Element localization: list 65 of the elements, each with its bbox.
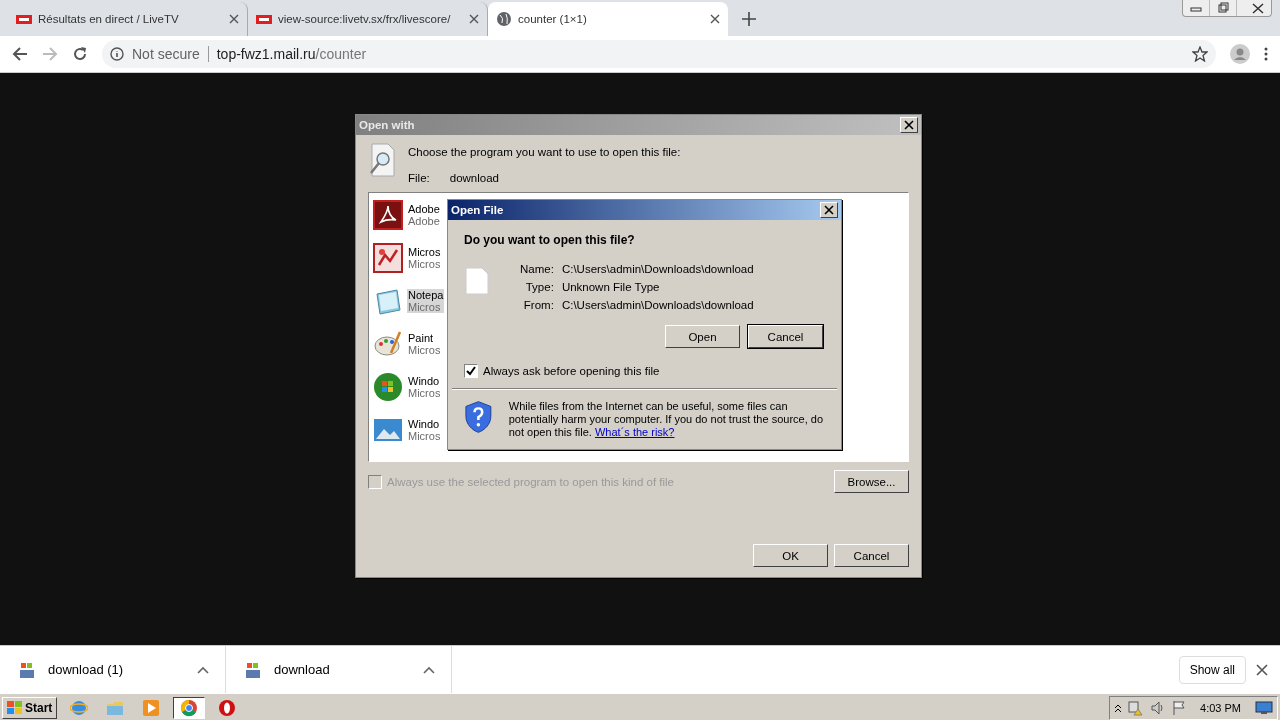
opera-icon — [218, 699, 237, 717]
caret-icon[interactable] — [197, 665, 209, 674]
checkbox[interactable] — [464, 364, 478, 378]
star-icon[interactable] — [1192, 46, 1208, 62]
dialog-button[interactable]: Open — [665, 325, 740, 348]
file-label: File: — [408, 172, 430, 184]
palette-icon — [373, 329, 403, 359]
flag-icon[interactable] — [1172, 700, 1187, 716]
pdf-icon — [373, 200, 403, 230]
dialog-button[interactable]: Cancel — [748, 325, 823, 348]
live-icon — [256, 14, 272, 24]
file-search-icon — [368, 143, 398, 177]
globe-icon — [496, 11, 512, 27]
url-text: top-fwz1.mail.ru/counter — [216, 46, 367, 62]
prompt-text: Choose the program you want to use to open this file: — [408, 146, 681, 158]
browser-tab[interactable]: counter (1×1) — [488, 2, 728, 36]
reload-icon[interactable] — [72, 46, 88, 62]
taskbar-app[interactable] — [173, 697, 206, 719]
clock[interactable]: 4:03 PM — [1200, 702, 1241, 714]
close-icon[interactable] — [710, 14, 720, 24]
program-item[interactable]: Micros Micros — [407, 246, 442, 270]
warning-text: While files from the Internet can be useful, some files can potentially harm your computer. If you do not trust the source, do not open this file. What´s the risk? — [508, 400, 825, 439]
question-text: Do you want to open this file? — [463, 232, 636, 249]
checkbox-label: Always ask before opening this file — [483, 365, 660, 377]
field-label: From: — [522, 299, 554, 311]
chrome-icon — [180, 699, 199, 717]
back-icon[interactable] — [12, 46, 28, 62]
file-name: download — [449, 172, 499, 184]
program-item[interactable]: Windo Micros — [407, 375, 442, 399]
installer-icon — [244, 660, 262, 679]
security-label: Not secure — [132, 46, 200, 62]
folder-icon — [106, 699, 125, 717]
dialog-button[interactable]: Cancel — [834, 544, 909, 567]
field-value: C:\Users\admin\Downloads\download — [561, 299, 754, 311]
start-logo-icon — [7, 701, 23, 715]
field-value: C:\Users\admin\Downloads\download — [561, 263, 754, 275]
dialog-title: Open File — [451, 204, 504, 216]
menu-icon[interactable] — [1264, 47, 1268, 61]
start-button[interactable]: Start — [2, 697, 58, 719]
chevron-up-icon[interactable] — [1114, 703, 1123, 713]
caret-icon[interactable] — [423, 665, 435, 674]
show-all-button[interactable]: Show all — [1178, 655, 1246, 684]
dialog-title: Open with — [359, 119, 415, 131]
risk-link[interactable]: What´s the risk? — [595, 426, 675, 438]
avatar-icon[interactable] — [1230, 44, 1250, 64]
installer-icon — [18, 660, 36, 679]
file-icon — [464, 267, 490, 295]
plus-icon[interactable] — [742, 12, 756, 26]
info-icon[interactable] — [110, 47, 124, 61]
network-icon[interactable] — [1128, 700, 1145, 716]
close-icon[interactable] — [1256, 663, 1268, 676]
picture-manager-icon — [373, 243, 403, 273]
field-value: Unknown File Type — [561, 281, 661, 293]
dialog-button[interactable]: OK — [753, 544, 828, 567]
program-item[interactable]: Adobe Adobe — [407, 203, 441, 227]
field-label: Type: — [524, 281, 554, 293]
program-item[interactable]: Windo Micros — [407, 418, 442, 442]
monitor-icon[interactable] — [1255, 701, 1273, 715]
program-item[interactable]: Paint Micros — [407, 332, 442, 356]
live-icon — [16, 14, 32, 24]
browse-button[interactable]: Browse... — [834, 470, 909, 493]
program-item[interactable]: Notepa Micros — [407, 289, 445, 313]
field-label: Name: — [520, 263, 554, 275]
shield-question-icon — [464, 400, 493, 434]
address-bar[interactable]: Not secure top-fwz1.mail.ru/counter — [102, 40, 1216, 68]
